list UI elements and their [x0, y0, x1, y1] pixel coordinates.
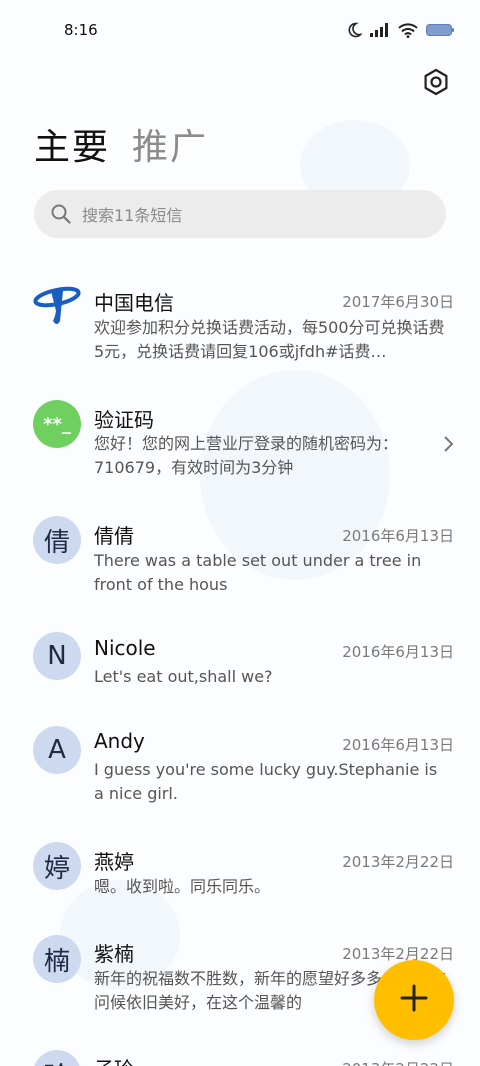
contact-name: 燕婷: [94, 850, 134, 874]
message-preview: 您好！您的网上营业厅登录的随机密码为：710679，有效时间为3分钟: [94, 434, 399, 477]
avatar: 倩: [33, 516, 81, 564]
new-message-button[interactable]: [374, 960, 454, 1040]
avatar: 玲: [33, 1050, 81, 1066]
tab-primary[interactable]: 主要: [34, 118, 110, 170]
wifi-icon: [398, 22, 418, 38]
tab-bar: 主要 推广: [34, 118, 208, 170]
plus-icon: [400, 984, 428, 1016]
chevron-right-icon[interactable]: [442, 434, 456, 454]
avatar: 楠: [33, 935, 81, 983]
message-date: 2013年2月22日: [342, 1058, 454, 1066]
status-bar: 8:16: [0, 0, 480, 62]
contact-name: 子玲: [94, 1053, 134, 1066]
search-input[interactable]: 搜索11条短信: [34, 190, 446, 238]
message-preview: 嗯。收到啦。同乐同乐。: [94, 877, 271, 896]
conversation-item[interactable]: 玲 子玲 2013年2月22日: [0, 1050, 480, 1066]
contact-name: Nicole: [94, 636, 156, 660]
contact-name: 紫楠: [94, 942, 134, 966]
avatar: **_: [33, 400, 81, 448]
message-preview: There was a table set out under a tree i…: [94, 551, 422, 594]
conversation-item[interactable]: 婷 燕婷 2013年2月22日 嗯。收到啦。同乐同乐。: [0, 842, 480, 902]
message-date: 2016年6月13日: [342, 736, 454, 754]
contact-name: 验证码: [94, 408, 154, 432]
battery-icon: [426, 23, 454, 37]
search-icon: [50, 203, 72, 225]
conversation-item[interactable]: 中国电信 2017年6月30日 欢迎参加积分兑换话费活动，每500分可兑换话费5…: [0, 282, 480, 364]
moon-icon: [346, 22, 362, 38]
settings-button[interactable]: [420, 66, 452, 98]
avatar: N: [33, 632, 81, 680]
avatar: 婷: [33, 842, 81, 890]
message-preview: I guess you're some lucky guy.Stephanie …: [94, 760, 438, 803]
conversation-item[interactable]: N Nicole 2016年6月13日 Let's eat out,shall …: [0, 632, 480, 692]
settings-icon: [420, 68, 452, 102]
avatar: A: [33, 726, 81, 774]
signal-icon: [370, 23, 390, 37]
contact-name: 中国电信: [94, 291, 174, 315]
message-date: 2016年6月13日: [342, 643, 454, 661]
avatar: [33, 284, 81, 332]
search-placeholder: 搜索11条短信: [82, 206, 183, 225]
message-date: 2016年6月13日: [342, 527, 454, 545]
message-preview: 欢迎参加积分兑换话费活动，每500分可兑换话费5元，兑换话费请回复106或jfd…: [94, 318, 445, 361]
message-date: 2013年2月22日: [342, 945, 454, 963]
tab-promotions[interactable]: 推广: [132, 118, 208, 170]
conversation-item[interactable]: A Andy 2016年6月13日 I guess you're some lu…: [0, 726, 480, 808]
status-icons: [346, 22, 454, 38]
messages-screen: 8:16 主要 推广 搜索11条短信 中国电信 2017年6月30日 欢迎参加积…: [0, 0, 480, 1066]
conversation-item[interactable]: 倩 倩倩 2016年6月13日 There was a table set ou…: [0, 516, 480, 598]
message-preview: Let's eat out,shall we?: [94, 667, 273, 686]
contact-name: Andy: [94, 729, 145, 753]
conversation-item[interactable]: **_ 验证码 您好！您的网上营业厅登录的随机密码为：710679，有效时间为3…: [0, 400, 480, 482]
contact-name: 倩倩: [94, 524, 134, 548]
telecom-logo-icon: [33, 281, 81, 336]
message-date: 2013年2月22日: [342, 853, 454, 871]
status-time: 8:16: [64, 21, 98, 39]
message-date: 2017年6月30日: [342, 293, 454, 311]
